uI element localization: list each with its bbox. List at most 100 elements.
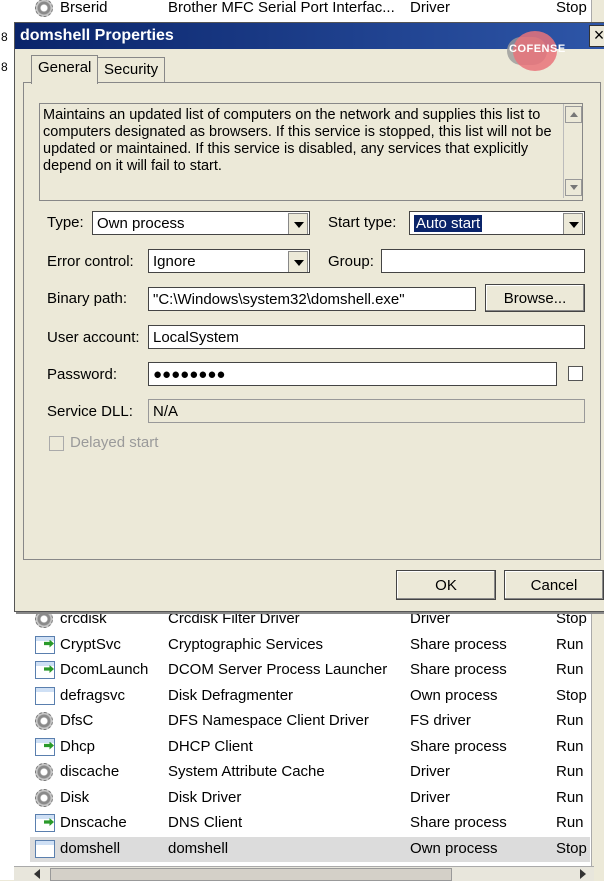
service-type: Own process — [410, 839, 498, 857]
service-type: Share process — [410, 737, 507, 755]
dropdown-button[interactable] — [288, 213, 308, 234]
table-row[interactable]: Disk Disk Driver Driver Run — [30, 786, 590, 811]
type-label: Type: — [47, 214, 84, 231]
service-display-name: DFS Namespace Client Driver — [168, 712, 369, 729]
service-status: Run — [556, 661, 584, 678]
service-dll-field: N/A — [148, 399, 585, 423]
service-name: crcdisk — [60, 610, 107, 627]
group-label: Group: — [328, 253, 374, 270]
left-strip: 8 8 — [0, 0, 15, 880]
dialog-title: domshell Properties — [20, 27, 174, 44]
scroll-left-icon[interactable] — [34, 869, 40, 879]
service-status: Stop — [556, 0, 587, 16]
service-type: Driver — [410, 0, 450, 16]
service-name: DfsC — [60, 712, 94, 729]
service-display-name: DNS Client — [168, 814, 243, 831]
service-display-name: Disk Defragmenter — [168, 686, 294, 704]
delayed-start-checkbox[interactable] — [49, 436, 64, 451]
service-display-name: Brother MFC Serial Port Interfac... — [168, 0, 395, 16]
table-row[interactable]: Dnscache DNS Client Share process Run — [30, 811, 590, 836]
watermark-text: COFENSE — [509, 43, 566, 55]
tab-general[interactable]: General — [31, 55, 99, 84]
arrow-icon — [44, 639, 54, 648]
table-row[interactable]: Brserid Brother MFC Serial Port Interfac… — [30, 0, 590, 21]
description-scrollbar[interactable] — [563, 104, 582, 198]
left-strip-number: 8 — [1, 60, 8, 74]
error-control-select[interactable]: Ignore — [148, 249, 310, 273]
user-account-field[interactable]: LocalSystem — [148, 325, 585, 349]
service-status: Run — [556, 763, 584, 780]
description-box: Maintains an updated list of computers o… — [39, 103, 583, 201]
table-row[interactable]: domshell domshell Own process Stop — [30, 836, 590, 862]
service-name: CryptSvc — [60, 635, 121, 653]
window-icon — [35, 839, 55, 858]
service-type: Driver — [410, 763, 450, 780]
gear-icon — [35, 763, 53, 781]
binary-path-label: Binary path: — [47, 290, 128, 307]
type-select[interactable]: Own process — [92, 211, 310, 235]
service-type: Share process — [410, 635, 507, 653]
service-display-name: DHCP Client — [168, 737, 253, 755]
close-icon[interactable]: × — [589, 25, 604, 47]
service-display-name: Disk Driver — [168, 788, 242, 806]
password-label: Password: — [47, 366, 118, 383]
service-name: domshell — [60, 839, 121, 857]
type-value: Own process — [97, 215, 185, 232]
service-display-name: Crcdisk Filter Driver — [168, 610, 300, 627]
description-text: Maintains an updated list of computers o… — [43, 107, 552, 174]
service-type: Share process — [410, 814, 507, 831]
chevron-down-icon — [570, 185, 578, 190]
service-display-name: System Attribute Cache — [168, 763, 325, 780]
scroll-right-icon[interactable] — [580, 869, 586, 879]
service-name: Dnscache — [60, 814, 127, 831]
service-name: DcomLaunch — [60, 661, 149, 678]
service-name: Brserid — [60, 0, 108, 16]
start-type-select[interactable]: Auto start — [409, 211, 585, 235]
browse-button[interactable]: Browse... — [485, 284, 585, 312]
ok-button[interactable]: OK — [396, 570, 496, 600]
table-row[interactable]: defragsvc Disk Defragmenter Own process Sto… — [30, 684, 590, 709]
table-row[interactable]: Dhcp DHCP Client Share process Run — [30, 735, 590, 760]
tab-security[interactable]: Security — [97, 57, 166, 82]
chevron-up-icon — [570, 112, 578, 117]
window-arrow-icon — [35, 814, 55, 832]
table-row[interactable]: CryptSvc Cryptographic Services Share proc… — [30, 633, 590, 658]
arrow-icon — [44, 741, 54, 750]
title-bar[interactable]: domshell Properties COFENSE × — [15, 23, 604, 71]
delayed-start-label: Delayed start — [70, 434, 159, 451]
table-row[interactable]: DcomLaunch DCOM Server Process Launcher Sh… — [30, 658, 590, 683]
binary-path-field[interactable]: "C:\Windows\system32\domshell.exe" — [148, 287, 476, 311]
table-row[interactable]: discache System Attribute Cache Driver Run — [30, 760, 590, 785]
service-status: Stop — [556, 610, 587, 627]
service-status: Stop — [556, 686, 587, 704]
service-status: Run — [556, 712, 584, 729]
service-display-name: domshell — [168, 839, 229, 857]
cancel-button[interactable]: Cancel — [504, 570, 604, 600]
service-name: Disk — [60, 788, 90, 806]
scroll-up-button[interactable] — [565, 106, 582, 123]
gear-icon — [35, 788, 53, 807]
chevron-down-icon — [569, 222, 579, 228]
service-status: Run — [556, 737, 584, 755]
show-password-checkbox[interactable] — [568, 366, 583, 381]
scroll-thumb[interactable] — [50, 868, 452, 881]
service-name: Dhcp — [60, 737, 96, 755]
arrow-icon — [44, 665, 54, 673]
service-dll-label: Service DLL: — [47, 403, 133, 420]
arrow-icon — [44, 818, 54, 826]
service-status: Run — [556, 788, 584, 806]
group-field[interactable] — [381, 249, 585, 273]
left-strip-number: 8 — [1, 30, 8, 44]
service-status: Stop — [556, 839, 587, 857]
window-arrow-icon — [35, 635, 55, 654]
error-control-label: Error control: — [47, 253, 134, 270]
window-arrow-icon — [35, 661, 55, 679]
table-row[interactable]: DfsC DFS Namespace Client Driver FS driver… — [30, 709, 590, 734]
password-field[interactable]: ●●●●●●●● — [148, 362, 557, 386]
dropdown-button[interactable] — [563, 213, 583, 234]
window-arrow-icon — [35, 737, 55, 756]
dropdown-button[interactable] — [288, 251, 308, 272]
gear-icon — [35, 610, 53, 628]
horizontal-scrollbar[interactable] — [14, 866, 594, 881]
scroll-down-button[interactable] — [565, 179, 582, 196]
